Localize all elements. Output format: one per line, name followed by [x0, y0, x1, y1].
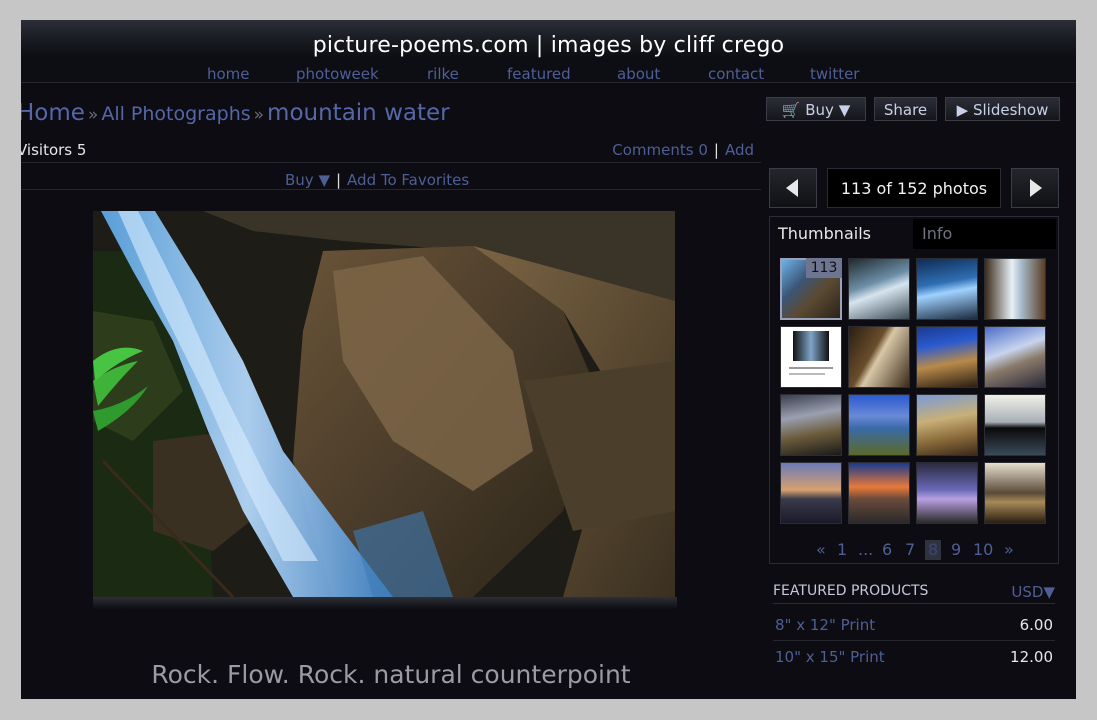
arrow-left-icon	[786, 179, 798, 197]
thumbnail[interactable]	[780, 462, 842, 524]
nav-rilke[interactable]: rilke	[427, 65, 459, 83]
nav-twitter[interactable]: twitter	[810, 65, 859, 83]
play-icon: ▶	[956, 101, 969, 119]
nav-about[interactable]: about	[617, 65, 660, 83]
product-name[interactable]: 8" x 12" Print	[775, 616, 875, 634]
arrow-right-icon	[1030, 179, 1042, 197]
add-to-favorites-link[interactable]: Add To Favorites	[347, 171, 469, 189]
thumbnail-text-line	[789, 373, 825, 375]
thumbnail[interactable]	[780, 394, 842, 456]
buy-link[interactable]: Buy ▼	[285, 171, 330, 189]
thumbnail-inset	[793, 331, 829, 361]
thumbnail[interactable]	[984, 326, 1046, 388]
featured-products-header: FEATURED PRODUCTS USD▼	[773, 583, 1055, 604]
photo-counter: 113 of 152 photos	[827, 168, 1001, 208]
buy-button[interactable]: 🛒 Buy ▼	[766, 97, 866, 121]
breadcrumb-separator: »	[87, 105, 99, 125]
pagination-page-10[interactable]: 10	[973, 540, 993, 560]
photo-actions: Buy ▼ | Add To Favorites	[285, 171, 469, 189]
visitor-count: Visitors 5	[21, 141, 87, 159]
slideshow-button[interactable]: ▶ Slideshow	[945, 97, 1060, 121]
breadcrumb-current[interactable]: mountain water	[267, 100, 450, 126]
divider: |	[335, 171, 342, 189]
product-price: 12.00	[1010, 648, 1053, 666]
pagination-page-7[interactable]: 7	[905, 540, 915, 560]
divider	[21, 162, 761, 163]
breadcrumb: Home» All Photographs» mountain water	[21, 100, 450, 126]
nav-contact[interactable]: contact	[708, 65, 764, 83]
thumbnail[interactable]	[916, 326, 978, 388]
nav-featured[interactable]: featured	[507, 65, 571, 83]
thumbnail[interactable]	[848, 258, 910, 320]
thumbnail-text-line	[789, 367, 833, 369]
pagination-page-8-current: 8	[925, 540, 942, 560]
cart-icon: 🛒	[781, 101, 801, 119]
waterfall-image	[93, 211, 675, 597]
photo-shadow	[93, 597, 677, 609]
pagination-page-6[interactable]: 6	[882, 540, 892, 560]
nav-home[interactable]: home	[207, 65, 250, 83]
featured-products-title: FEATURED PRODUCTS	[773, 583, 929, 599]
thumbnail[interactable]	[848, 394, 910, 456]
site-title: picture-poems.com | images by cliff creg…	[312, 33, 785, 58]
next-photo-button[interactable]	[1011, 168, 1059, 208]
pagination-ellipsis: ...	[858, 540, 874, 559]
divider	[21, 189, 761, 190]
main-photo[interactable]	[93, 211, 675, 597]
chevron-down-icon: ▼	[838, 101, 851, 119]
thumbnail[interactable]	[916, 394, 978, 456]
pagination-page-9[interactable]: 9	[951, 540, 961, 560]
tab-thumbnails[interactable]: Thumbnails	[773, 219, 911, 249]
thumbnail[interactable]	[916, 258, 978, 320]
breadcrumb-separator: »	[253, 105, 265, 125]
previous-photo-button[interactable]	[769, 168, 817, 208]
site-header: picture-poems.com | images by cliff creg…	[21, 20, 1076, 59]
thumbnail[interactable]	[984, 394, 1046, 456]
currency-select[interactable]: USD▼	[1011, 583, 1055, 601]
divider: |	[713, 141, 719, 159]
page-frame: picture-poems.com | images by cliff creg…	[21, 20, 1076, 699]
comments-link[interactable]: Comments 0	[612, 141, 708, 159]
share-button[interactable]: Share	[874, 97, 937, 121]
slideshow-label: Slideshow	[972, 101, 1049, 119]
photo-caption: Rock. Flow. Rock. natural counterpoint	[151, 660, 631, 689]
thumbnail[interactable]	[984, 258, 1046, 320]
nav-photoweek[interactable]: photoweek	[296, 65, 379, 83]
product-name[interactable]: 10" x 15" Print	[775, 648, 885, 666]
pagination-next[interactable]: »	[1004, 540, 1014, 560]
pagination-page-1[interactable]: 1	[837, 540, 847, 560]
main-nav: home photoweek rilke featured about cont…	[21, 58, 1076, 83]
comments-row: Comments 0 | Add	[612, 141, 754, 159]
breadcrumb-home[interactable]: Home	[21, 100, 85, 126]
breadcrumb-all-photographs[interactable]: All Photographs	[101, 103, 250, 125]
tab-info[interactable]: Info	[913, 219, 1056, 249]
thumbnail[interactable]	[848, 326, 910, 388]
buy-label: Buy	[805, 101, 834, 119]
thumbnail[interactable]	[984, 462, 1046, 524]
divider	[773, 640, 1055, 641]
thumbnail[interactable]	[780, 326, 842, 388]
add-comment-link[interactable]: Add	[725, 141, 754, 159]
product-price: 6.00	[1019, 616, 1053, 634]
pagination-prev[interactable]: «	[816, 540, 826, 560]
thumbnail-badge: 113	[806, 258, 842, 278]
thumbnail[interactable]	[848, 462, 910, 524]
thumbnail[interactable]	[916, 462, 978, 524]
